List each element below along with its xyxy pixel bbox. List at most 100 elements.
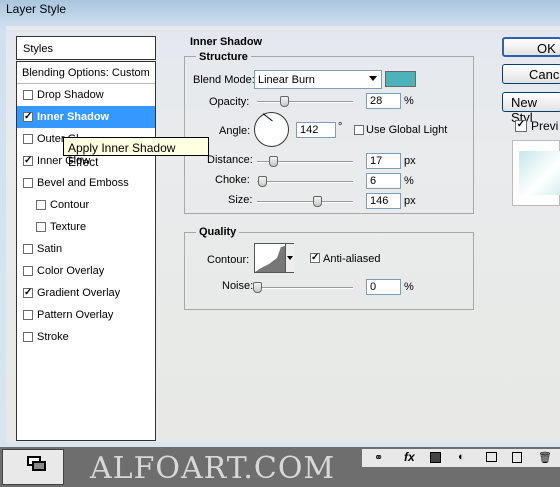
structure-heading: Structure <box>196 51 251 63</box>
opacity-input[interactable]: 28 <box>366 93 401 109</box>
mask-icon[interactable] <box>430 452 441 463</box>
style-item-label: Satin <box>37 243 63 255</box>
angle-dial[interactable] <box>254 112 289 147</box>
opacity-label: Opacity: <box>209 96 250 108</box>
contour-curve-icon <box>255 246 285 272</box>
style-checkbox[interactable]: ✓ <box>23 156 33 166</box>
styles-header[interactable]: Styles <box>16 36 156 60</box>
size-label: Size: <box>228 194 253 206</box>
style-checkbox[interactable] <box>36 200 46 210</box>
noise-input[interactable]: 0 <box>366 279 401 295</box>
new-style-button[interactable]: New Styl <box>502 92 560 125</box>
contour-picker[interactable] <box>254 243 294 273</box>
size-slider[interactable] <box>257 201 353 203</box>
folder-icon[interactable] <box>486 452 497 462</box>
new-layer-icon[interactable] <box>512 452 522 463</box>
angle-dial-needle <box>262 113 273 122</box>
style-checkbox[interactable] <box>23 244 33 254</box>
style-item-pattern-overlay[interactable]: Pattern Overlay <box>17 304 155 326</box>
preview-swatch <box>519 151 560 195</box>
opacity-unit: % <box>404 95 414 107</box>
blend-mode-select[interactable]: Linear Burn <box>254 70 382 89</box>
link-icon[interactable]: ⚭ <box>374 451 383 464</box>
layers-icon-back <box>32 461 46 471</box>
adjustment-icon[interactable]: ◐ <box>458 451 465 463</box>
blending-options-item[interactable]: Blending Options: Custom <box>17 62 155 84</box>
distance-unit: px <box>404 155 416 167</box>
quality-group <box>184 232 474 310</box>
tool-palette-corner <box>2 449 64 485</box>
watermark: ALFOART.COM <box>90 451 336 486</box>
layers-panel-buttons: ⚭ fx ◐ 🗑 <box>362 449 560 467</box>
preview-thumbnail <box>512 140 560 206</box>
choke-label: Choke: <box>215 174 250 186</box>
size-slider-thumb[interactable] <box>313 196 322 207</box>
style-item-label: Pattern Overlay <box>37 309 114 321</box>
noise-label: Noise: <box>222 280 254 292</box>
style-checkbox[interactable] <box>23 90 33 100</box>
contour-label: Contour: <box>207 254 250 266</box>
distance-label: Distance: <box>207 154 253 166</box>
opacity-slider[interactable] <box>257 101 353 103</box>
size-input[interactable]: 146 <box>366 193 401 209</box>
style-item-inner-shadow[interactable]: ✓ Inner Shadow <box>17 106 155 128</box>
style-item-label: Texture <box>50 221 87 233</box>
noise-slider[interactable] <box>257 287 353 289</box>
style-checkbox[interactable] <box>23 178 33 188</box>
preview-checkbox[interactable]: ✓ <box>515 120 527 132</box>
cancel-button[interactable]: Cance <box>502 64 560 84</box>
chevron-down-icon <box>369 76 377 81</box>
noise-slider-thumb[interactable] <box>253 282 262 293</box>
preview-label: Previ <box>531 119 559 133</box>
anti-aliased-checkbox[interactable]: ✓ <box>310 253 320 263</box>
style-checkbox[interactable] <box>23 332 33 342</box>
angle-unit: ° <box>338 121 343 133</box>
style-item-contour[interactable]: Contour <box>17 194 155 216</box>
style-item-label: Stroke <box>37 331 69 343</box>
styles-list: Blending Options: Custom Drop Shadow ✓ Inn… <box>16 61 156 441</box>
style-item-label: Gradient Overlay <box>37 287 121 299</box>
ok-button[interactable]: OK <box>502 37 560 57</box>
style-checkbox[interactable] <box>36 222 46 232</box>
style-checkbox[interactable] <box>23 134 33 144</box>
distance-slider-thumb[interactable] <box>269 156 278 167</box>
style-checkbox[interactable] <box>23 310 33 320</box>
blend-mode-value: Linear Burn <box>258 74 315 86</box>
distance-input[interactable]: 17 <box>366 153 401 169</box>
fx-icon[interactable]: fx <box>404 450 415 464</box>
style-item-label: Bevel and Emboss <box>37 177 129 189</box>
style-item-bevel-and-emboss[interactable]: Bevel and Emboss <box>17 172 155 194</box>
shadow-color-swatch[interactable] <box>385 71 416 87</box>
use-global-light-checkbox[interactable] <box>354 125 364 135</box>
style-item-gradient-overlay[interactable]: ✓ Gradient Overlay <box>17 282 155 304</box>
chevron-down-icon <box>287 256 293 260</box>
opacity-slider-thumb[interactable] <box>280 96 289 107</box>
style-item-stroke[interactable]: Stroke <box>17 326 155 348</box>
style-item-satin[interactable]: Satin <box>17 238 155 260</box>
blend-mode-label: Blend Mode: <box>193 74 255 86</box>
choke-slider[interactable] <box>257 181 353 183</box>
angle-input[interactable]: 142 <box>296 122 336 138</box>
choke-slider-thumb[interactable] <box>258 176 267 187</box>
contour-dropdown[interactable] <box>285 244 294 272</box>
style-item-label: Inner Shadow <box>37 111 110 123</box>
style-checkbox[interactable]: ✓ <box>23 288 33 298</box>
choke-unit: % <box>404 175 414 187</box>
style-item-label: Contour <box>50 199 90 211</box>
angle-label: Angle: <box>219 125 251 137</box>
style-item-drop-shadow[interactable]: Drop Shadow <box>17 84 155 106</box>
panel-title: Inner Shadow <box>190 36 263 48</box>
style-item-color-overlay[interactable]: Color Overlay <box>17 260 155 282</box>
style-checkbox[interactable] <box>23 266 33 276</box>
choke-input[interactable]: 6 <box>366 173 401 189</box>
trash-icon[interactable]: 🗑 <box>538 451 552 464</box>
quality-heading: Quality <box>196 226 240 238</box>
style-item-label: Color Overlay <box>37 265 105 277</box>
noise-unit: % <box>404 281 414 293</box>
style-checkbox[interactable]: ✓ <box>23 112 33 122</box>
style-item-label: Drop Shadow <box>37 89 104 101</box>
style-item-texture[interactable]: Texture <box>17 216 155 238</box>
tooltip: Apply Inner Shadow Effect <box>63 137 209 169</box>
window-title: Layer Style <box>6 2 67 16</box>
anti-aliased-label: Anti-aliased <box>323 253 381 265</box>
